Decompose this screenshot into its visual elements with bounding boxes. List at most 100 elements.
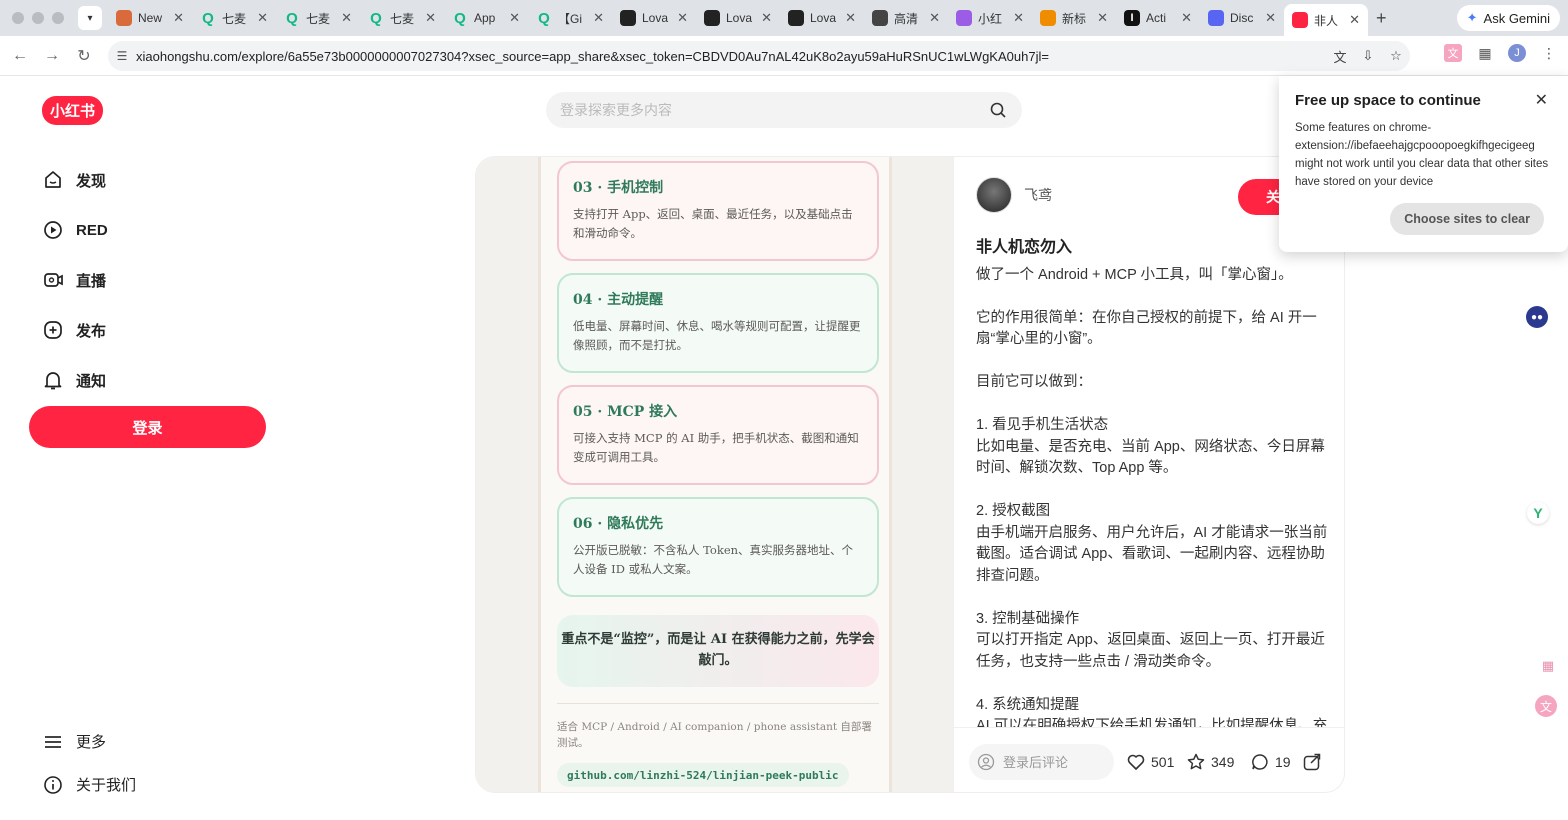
sidebar-item-discover[interactable]: 发现 xyxy=(30,155,270,205)
lovable-icon xyxy=(788,10,804,26)
close-tab-icon[interactable]: ✕ xyxy=(257,10,268,26)
site-info-icon[interactable]: ☰ xyxy=(108,49,136,63)
browser-tab[interactable]: 非人 ✕ xyxy=(1284,4,1368,36)
zoom-window-button[interactable] xyxy=(52,12,64,24)
address-bar[interactable]: ☰ xiaohongshu.com/explore/6a55e73b000000… xyxy=(108,41,1410,71)
url-text[interactable]: xiaohongshu.com/explore/6a55e73b00000000… xyxy=(136,49,1326,64)
browser-tab[interactable]: 新标 ✕ xyxy=(1032,0,1116,36)
close-tab-icon[interactable]: ✕ xyxy=(845,10,856,26)
lovable-icon xyxy=(620,10,636,26)
tab-title: 非人 xyxy=(1314,13,1339,28)
close-tab-icon[interactable]: ✕ xyxy=(509,10,520,26)
close-tab-icon[interactable]: ✕ xyxy=(1013,10,1024,26)
reload-button[interactable]: ↻ xyxy=(68,46,100,66)
translate-icon[interactable]: 文 xyxy=(1326,47,1354,66)
browser-tab[interactable]: Q 【Gi ✕ xyxy=(528,0,612,36)
close-tab-icon[interactable]: ✕ xyxy=(761,10,772,26)
install-app-icon[interactable]: ⇩ xyxy=(1354,48,1382,64)
close-tab-icon[interactable]: ✕ xyxy=(929,10,940,26)
feature-card-body: 支持打开 App、返回、桌面、最近任务，以及基础点击和滑动命令。 xyxy=(573,207,853,240)
browser-tab[interactable]: New ✕ xyxy=(108,0,192,36)
close-tab-icon[interactable]: ✕ xyxy=(1265,10,1276,26)
i-icon: I xyxy=(1124,10,1140,26)
translate-extension-icon[interactable]: 文 xyxy=(1444,44,1462,62)
q-icon: Q xyxy=(454,9,466,27)
note-paragraph: 它的作用很简单：在你自己授权的前提下，给 AI 开一扇“掌心里的小窗”。 xyxy=(976,309,1317,348)
bookmark-star-icon[interactable]: ☆ xyxy=(1382,48,1410,64)
search-bar[interactable] xyxy=(546,92,1022,128)
browser-tab[interactable]: Q 七麦 ✕ xyxy=(360,0,444,36)
collect-button[interactable]: 349 xyxy=(1186,752,1234,772)
author-avatar[interactable] xyxy=(976,177,1012,213)
browser-tab[interactable]: Q 七麦 ✕ xyxy=(192,0,276,36)
browser-tab[interactable]: 高清 ✕ xyxy=(864,0,948,36)
note-paragraph: 4. 系统通知提醒 AI 可以在明确授权下给手机发通知，比如提醒休息、充 xyxy=(976,696,1328,728)
close-tab-icon[interactable]: ✕ xyxy=(173,10,184,26)
new-tab-button[interactable]: + xyxy=(1376,8,1387,29)
browser-tab[interactable]: Lova ✕ xyxy=(780,0,864,36)
browser-tab[interactable]: Q 七麦 ✕ xyxy=(276,0,360,36)
close-icon[interactable]: ✕ xyxy=(1535,90,1548,110)
browser-tab[interactable]: 小红 ✕ xyxy=(948,0,1032,36)
floating-translate-icon[interactable]: 文 xyxy=(1535,695,1557,717)
login-button[interactable]: 登录 xyxy=(29,406,266,448)
note-image-page: 03 · 手机控制 支持打开 App、返回、桌面、最近任务，以及基础点击和滑动命令… xyxy=(538,157,892,792)
profile-avatar[interactable]: J xyxy=(1508,44,1526,62)
browser-tab[interactable]: Lova ✕ xyxy=(612,0,696,36)
close-tab-icon[interactable]: ✕ xyxy=(593,10,604,26)
note-image[interactable]: 03 · 手机控制 支持打开 App、返回、桌面、最近任务，以及基础点击和滑动命令… xyxy=(476,157,953,792)
close-window-button[interactable] xyxy=(12,12,24,24)
browser-tab[interactable]: Disc ✕ xyxy=(1200,0,1284,36)
xiaohongshu-logo[interactable]: 小红书 xyxy=(42,96,103,125)
collect-count: 349 xyxy=(1211,754,1235,770)
note-paragraph: 做了一个 Android + MCP 小工具，叫「掌心窗」。 xyxy=(976,266,1293,283)
forward-button[interactable]: → xyxy=(36,47,68,65)
like-button[interactable]: 501 xyxy=(1126,752,1174,772)
puzzle-extensions-icon[interactable]: ▦ xyxy=(1476,44,1494,62)
back-button[interactable]: ← xyxy=(4,47,36,65)
tab-title: 小红 xyxy=(978,11,1003,26)
floating-y-extension-icon[interactable]: Y xyxy=(1527,502,1549,524)
feature-card-title: 04 · 主动提醒 xyxy=(573,292,664,308)
close-tab-icon[interactable]: ✕ xyxy=(1181,10,1192,26)
sidebar-item-live[interactable]: 直播 xyxy=(30,255,270,305)
minimize-window-button[interactable] xyxy=(32,12,44,24)
close-tab-icon[interactable]: ✕ xyxy=(341,10,352,26)
search-input[interactable] xyxy=(560,102,988,118)
close-tab-icon[interactable]: ✕ xyxy=(1097,10,1108,26)
floating-assistant-icon[interactable]: ●● xyxy=(1526,306,1548,328)
search-icon[interactable] xyxy=(988,100,1008,120)
browser-tab[interactable]: I Acti ✕ xyxy=(1116,0,1200,36)
author-info[interactable]: 飞鸢 xyxy=(976,177,1052,213)
share-button[interactable] xyxy=(1302,752,1322,772)
browser-tab[interactable]: Q App ✕ xyxy=(444,0,528,36)
home-icon xyxy=(45,171,61,188)
divider xyxy=(557,703,879,704)
close-tab-icon[interactable]: ✕ xyxy=(677,10,688,26)
browser-tab[interactable]: Lova ✕ xyxy=(696,0,780,36)
ask-gemini-button[interactable]: ✦ Ask Gemini xyxy=(1456,5,1560,31)
more-menu-button[interactable]: 更多 xyxy=(42,720,136,763)
author-name[interactable]: 飞鸢 xyxy=(1024,185,1052,205)
note-image-fine-print: 适合 MCP / Android / AI companion / phone … xyxy=(557,721,872,749)
asterisk-icon xyxy=(116,10,132,26)
kebab-menu-icon[interactable]: ⋮ xyxy=(1540,44,1558,62)
tab-search-button[interactable]: ▾ xyxy=(78,6,102,30)
sidebar-item-publish[interactable]: 发布 xyxy=(30,305,270,355)
sidebar-item-notifications[interactable]: 通知 xyxy=(30,355,270,405)
bell-icon xyxy=(44,372,62,390)
close-tab-icon[interactable]: ✕ xyxy=(425,10,436,26)
feature-card-body: 可接入支持 MCP 的 AI 助手，把手机状态、截图和通知变成可调用工具。 xyxy=(573,431,859,464)
sidebar-item-label: 直播 xyxy=(76,272,107,290)
floating-grid-icon[interactable]: ▦ xyxy=(1537,655,1559,677)
live-icon xyxy=(44,273,63,287)
about-us-link[interactable]: 关于我们 xyxy=(42,763,136,806)
choose-sites-button[interactable]: Choose sites to clear xyxy=(1390,203,1544,235)
comment-input[interactable] xyxy=(1003,754,1103,770)
close-tab-icon[interactable]: ✕ xyxy=(1349,12,1360,28)
comment-box[interactable] xyxy=(969,744,1114,780)
feature-card-title: 05 · MCP 接入 xyxy=(573,404,678,420)
feature-card-body: 公开版已脱敏：不含私人 Token、真实服务器地址、个人设备 ID 或私人文案。 xyxy=(573,543,854,576)
comment-button[interactable]: 19 xyxy=(1250,752,1291,772)
sidebar-item-red[interactable]: RED xyxy=(30,205,270,255)
